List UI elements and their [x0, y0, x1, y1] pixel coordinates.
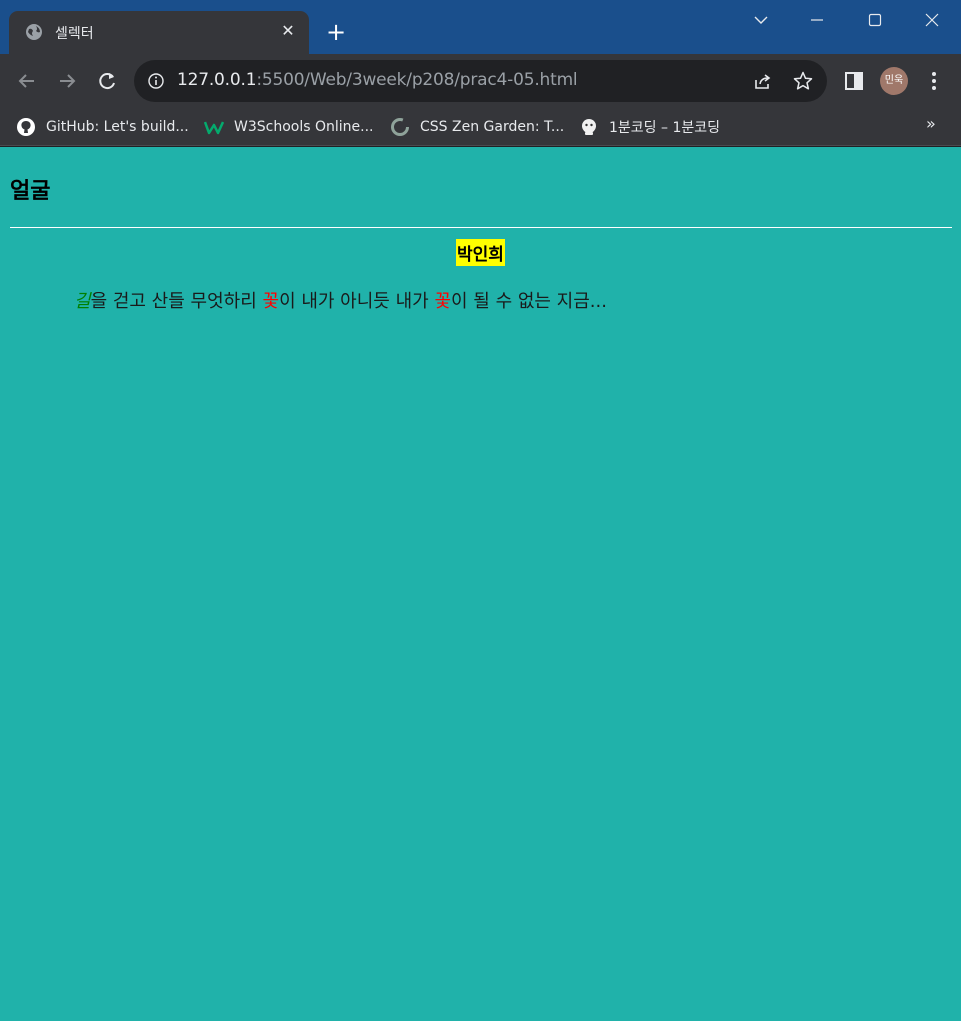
forward-arrow-icon[interactable] — [54, 68, 80, 94]
share-icon[interactable] — [752, 70, 774, 92]
bookmark-label: CSS Zen Garden: T... — [420, 119, 565, 135]
url-text: 127.0.0.1:5500/Web/3week/p208/prac4-05.h… — [177, 70, 578, 90]
title-bar: 셀렉터 ✕ + — [0, 0, 961, 54]
tab-active[interactable]: 셀렉터 ✕ — [9, 11, 309, 54]
new-tab-button[interactable]: + — [322, 20, 350, 46]
bookmark-w3schools[interactable]: W3Schools Online... — [203, 114, 374, 140]
url-host: 127.0.0.1 — [177, 70, 257, 90]
globe-icon — [25, 23, 43, 41]
bookmark-label: 1분코딩 – 1분코딩 — [609, 120, 720, 136]
more-bookmarks-icon[interactable]: » — [926, 114, 936, 133]
side-panel-icon[interactable] — [843, 70, 865, 92]
poem-text: 이 될 수 없는 지금... — [451, 291, 607, 312]
maximize-icon[interactable] — [860, 8, 890, 32]
poem-word-flower: 꽃 — [262, 291, 280, 312]
poem-text: 을 걷고 산들 무엇하리 — [90, 291, 263, 312]
close-tab-icon[interactable]: ✕ — [277, 20, 299, 42]
bookmark-star-icon[interactable] — [792, 70, 814, 92]
bookmarks-bar: GitHub: Let's build... W3Schools Online.… — [0, 108, 961, 146]
poem-word-road: 길 — [74, 291, 91, 312]
tab-search-icon[interactable] — [746, 8, 776, 32]
bookmark-label: GitHub: Let's build... — [46, 119, 189, 135]
address-bar[interactable]: 127.0.0.1:5500/Web/3week/p208/prac4-05.h… — [134, 60, 827, 102]
poem-word-flower: 꽃 — [434, 291, 451, 312]
reload-icon[interactable] — [94, 68, 120, 94]
tab-title: 셀렉터 — [55, 26, 94, 42]
w3schools-icon — [203, 117, 225, 137]
bookmark-label: W3Schools Online... — [234, 119, 374, 135]
bookmark-css-zen-garden[interactable]: CSS Zen Garden: T... — [390, 114, 564, 140]
minimize-icon[interactable] — [802, 8, 832, 32]
author-name: 박인희 — [456, 239, 505, 266]
close-window-icon[interactable] — [917, 8, 947, 32]
css-zen-garden-icon — [390, 117, 410, 137]
poem-paragraph: 길을 걷고 산들 무엇하리 꽃이 내가 아니듯 내가 꽃이 될 수 없는 지금.… — [74, 287, 607, 313]
page-content: 얼굴 박인희 길을 걷고 산들 무엇하리 꽃이 내가 아니듯 내가 꽃이 될 수… — [0, 147, 961, 1021]
profile-avatar[interactable]: 민욱 — [880, 67, 908, 95]
more-menu-icon[interactable] — [924, 68, 944, 94]
horizontal-rule — [10, 227, 952, 228]
github-icon — [16, 117, 36, 137]
poem-text: 이 내가 아니듯 내가 — [279, 291, 435, 312]
page-heading: 얼굴 — [10, 179, 51, 204]
browser-toolbar: 127.0.0.1:5500/Web/3week/p208/prac4-05.h… — [0, 54, 961, 108]
back-arrow-icon[interactable] — [14, 68, 40, 94]
1min-coding-icon — [579, 117, 599, 137]
bookmark-1min-coding[interactable]: 1분코딩 – 1분코딩 — [579, 114, 720, 140]
author-line: 박인희 — [0, 239, 961, 266]
url-path: :5500/Web/3week/p208/prac4-05.html — [256, 70, 578, 90]
site-info-icon[interactable] — [147, 72, 165, 90]
bookmark-github[interactable]: GitHub: Let's build... — [16, 114, 189, 140]
